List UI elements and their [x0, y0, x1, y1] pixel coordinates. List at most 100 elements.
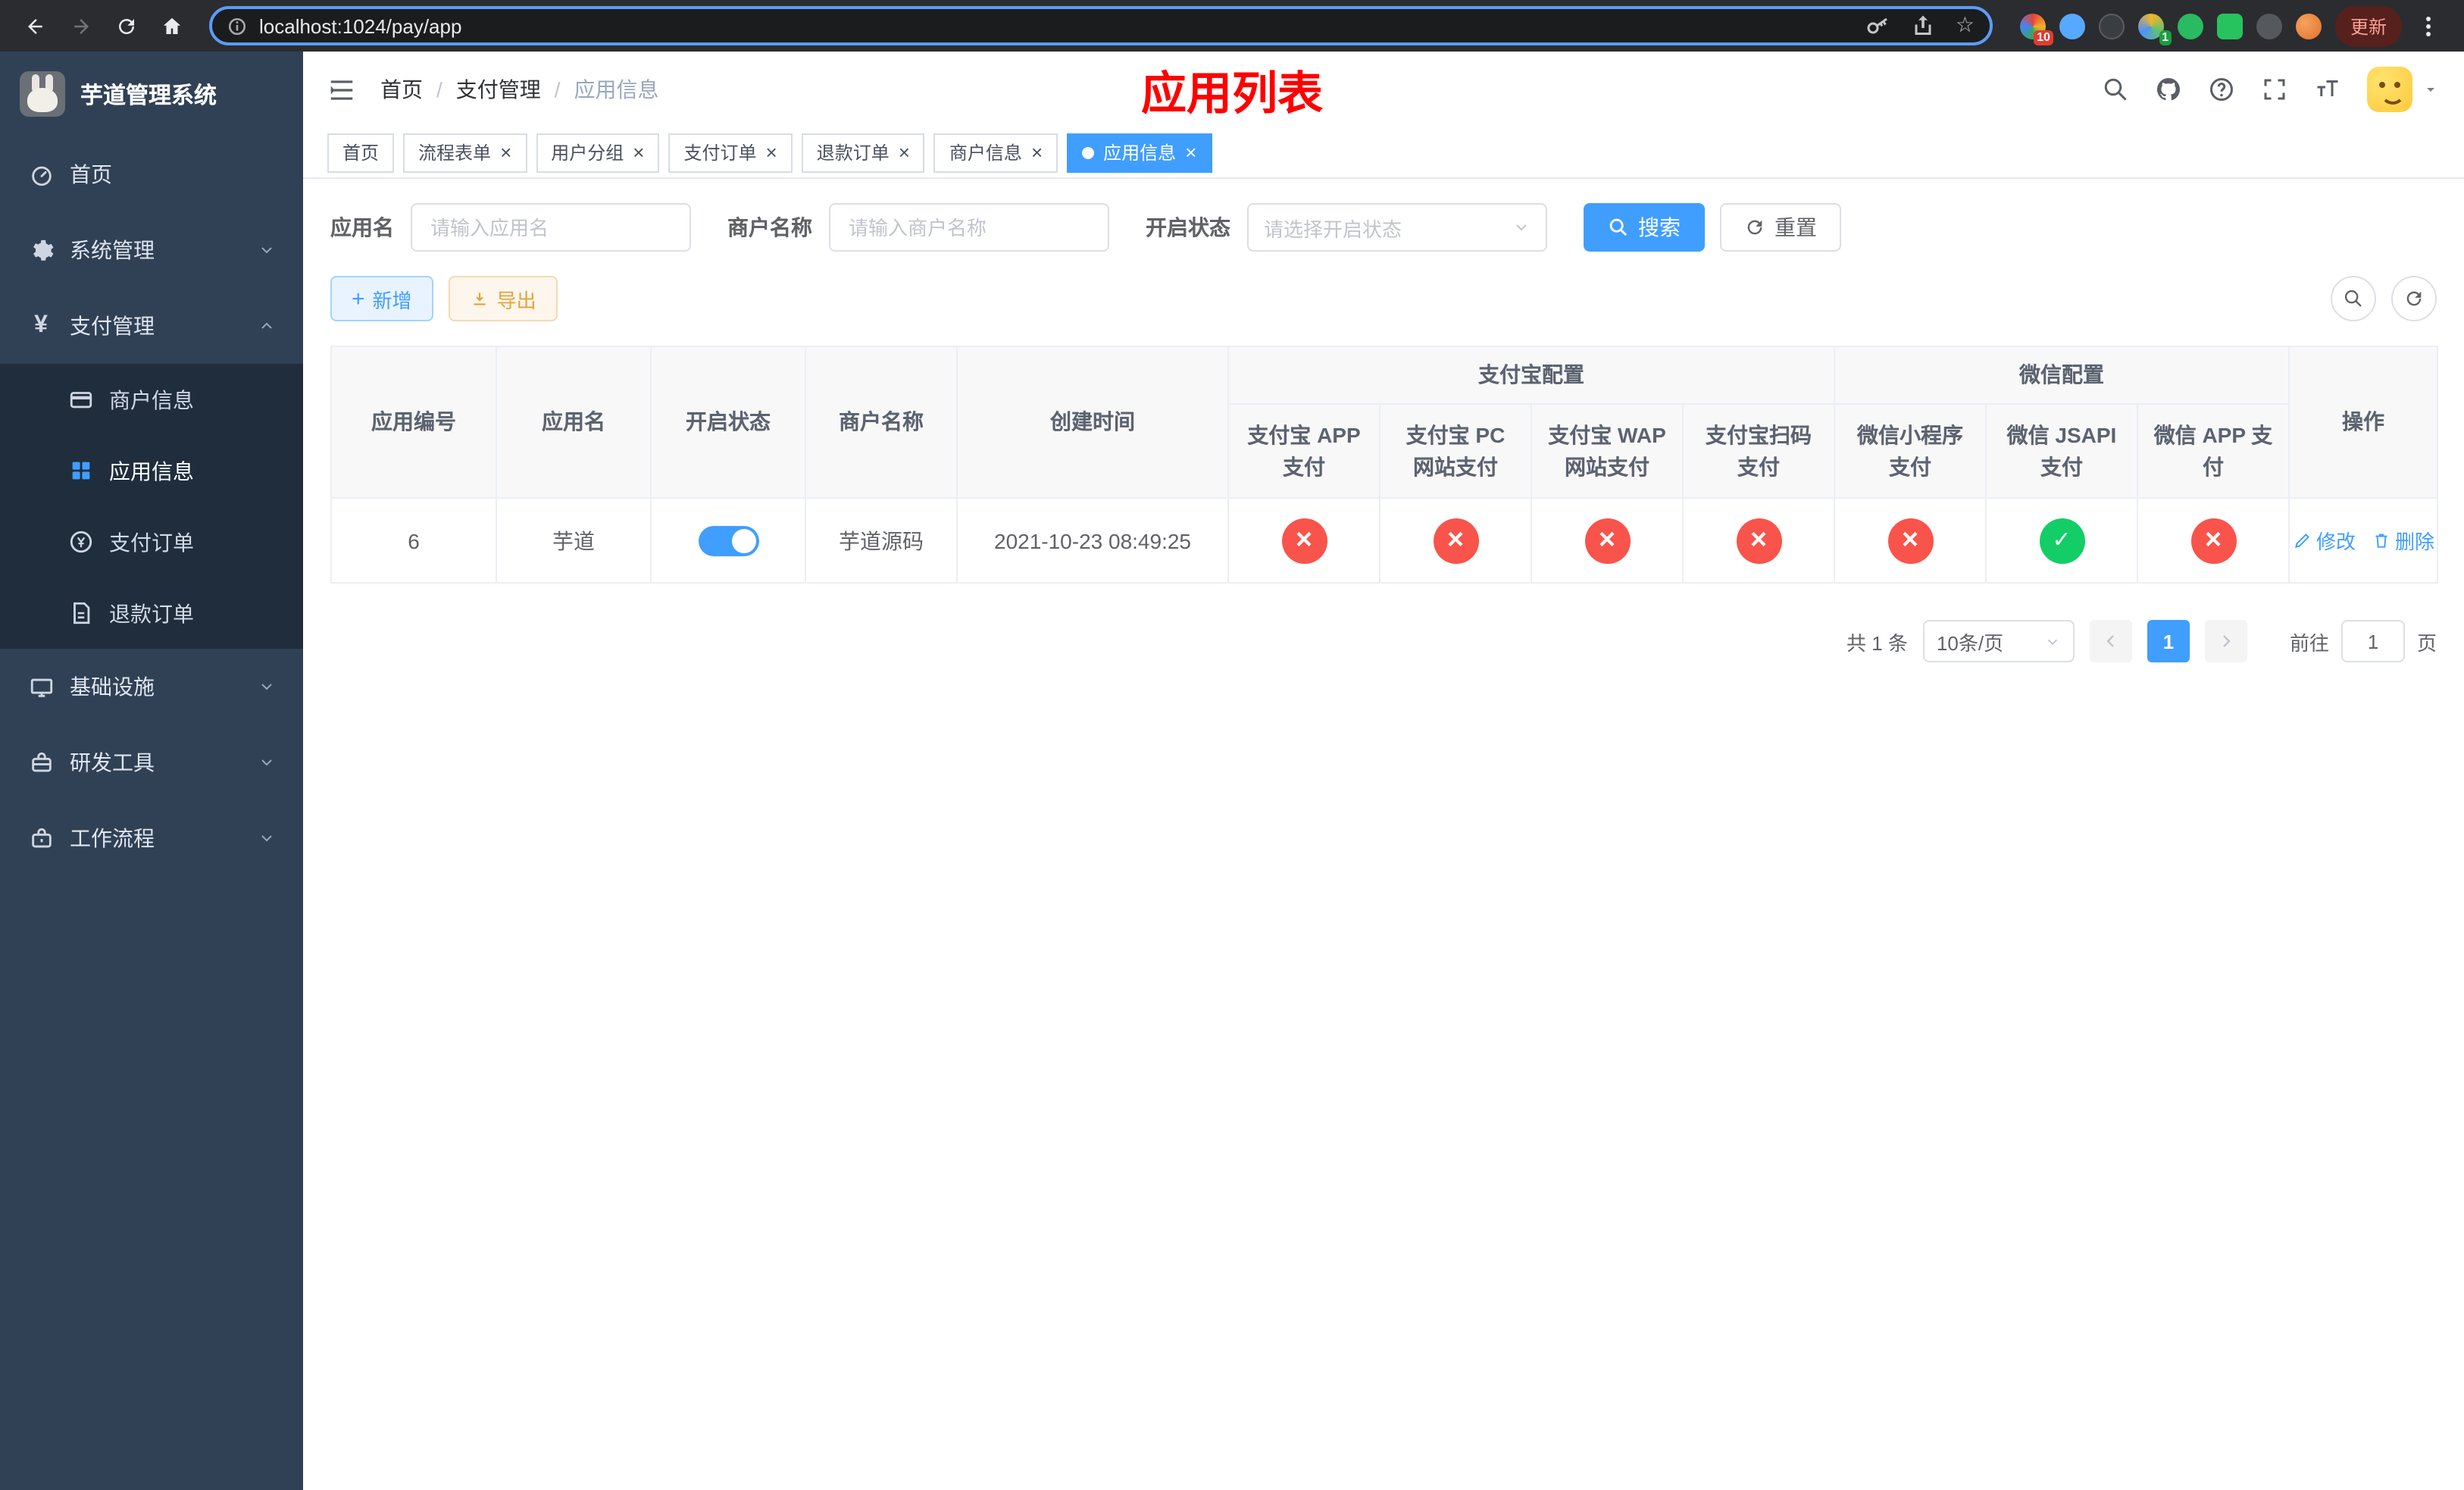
col-create-time: 创建时间	[956, 346, 1229, 499]
github-icon[interactable]	[2155, 76, 2182, 103]
help-icon[interactable]	[2208, 76, 2235, 103]
sidebar-item-label: 首页	[70, 162, 112, 186]
gear-icon	[27, 236, 55, 264]
sidebar-item-refund-order[interactable]: 退款订单	[0, 578, 303, 649]
search-button[interactable]: 搜索	[1584, 203, 1705, 252]
col-app-name: 应用名	[496, 346, 652, 499]
sidebar-item-merchant-info[interactable]: 商户信息	[0, 364, 303, 435]
delete-link[interactable]: 删除	[2371, 526, 2434, 555]
translate-extension-icon[interactable]: 1	[2137, 13, 2172, 45]
tab-pay-order[interactable]: 支付订单	[668, 133, 793, 172]
table-row: 6 芋道 芋道源码 2021-10-23 08:49:25 × × × × × …	[330, 497, 2439, 584]
address-bar[interactable]: localhost:1024/pay/app	[209, 6, 1993, 45]
chevron-down-icon	[2044, 633, 2061, 650]
sidebar-item-system[interactable]: 系统管理	[0, 212, 303, 288]
tab-app-info[interactable]: 应用信息	[1067, 133, 1212, 172]
goto-page-input[interactable]	[2340, 620, 2405, 662]
password-key-icon[interactable]	[1865, 12, 1892, 39]
briefcase-icon	[27, 825, 55, 852]
user-avatar[interactable]	[2367, 67, 2440, 112]
extensions-grid-icon[interactable]: 10	[2019, 13, 2053, 45]
chrome-update-button[interactable]: 更新	[2334, 5, 2402, 46]
top-header: 首页 / 支付管理 / 应用信息 应用列表	[303, 52, 2464, 127]
pin-extension-icon[interactable]	[2256, 13, 2282, 39]
close-icon[interactable]	[766, 142, 777, 162]
sidebar-item-pay-order[interactable]: 支付订单	[0, 506, 303, 578]
col-wechat-app: 微信 APP 支付	[2136, 403, 2290, 499]
site-info-icon[interactable]	[227, 16, 247, 36]
col-alipay-pc: 支付宝 PC 网站支付	[1379, 403, 1532, 499]
wechat-extension-icon[interactable]	[2177, 13, 2203, 39]
sidebar-collapse-icon[interactable]	[327, 75, 356, 104]
tab-user-group[interactable]: 用户分组	[536, 133, 660, 172]
app-logo: 芋道管理系统	[0, 52, 303, 136]
coin-icon	[67, 528, 94, 556]
sidebar-item-infra[interactable]: 基础设施	[0, 649, 303, 725]
avatar-extension-icon[interactable]	[2295, 13, 2322, 39]
add-button[interactable]: 新增	[330, 276, 433, 321]
browser-menu-icon[interactable]	[2416, 9, 2440, 42]
merchant-name-input[interactable]	[829, 203, 1109, 252]
page-number-1[interactable]: 1	[2147, 620, 2190, 662]
app-name-input[interactable]	[411, 203, 691, 252]
tab-merchant-info[interactable]: 商户信息	[933, 133, 1058, 172]
font-size-icon[interactable]	[2314, 76, 2341, 103]
col-operations: 操作	[2288, 346, 2439, 499]
sidebar-item-workflow[interactable]: 工作流程	[0, 800, 303, 876]
status-select[interactable]: 请选择开启状态	[1247, 203, 1547, 252]
close-icon[interactable]	[1185, 142, 1196, 162]
tab-refund-order[interactable]: 退款订单	[801, 133, 925, 172]
edit-link[interactable]: 修改	[2292, 526, 2356, 555]
sidebar: 芋道管理系统 首页 系统管理 支付管理	[0, 52, 303, 1490]
prev-page-button[interactable]	[2089, 620, 2132, 662]
cell-status	[650, 497, 806, 584]
bookmark-star-icon[interactable]	[1956, 12, 1975, 39]
plus-icon	[352, 287, 365, 310]
sidebar-item-app-info[interactable]: 应用信息	[0, 435, 303, 506]
group-alipay-config: 支付宝配置	[1227, 346, 1835, 405]
back-icon[interactable]	[15, 6, 55, 45]
enabled-toggle[interactable]	[698, 525, 758, 556]
search-form: 应用名 商户名称 开启状态 请选择开启状态	[330, 203, 2437, 252]
sidebar-item-home[interactable]: 首页	[0, 136, 303, 212]
next-page-button[interactable]	[2204, 620, 2247, 662]
sidebar-item-label: 退款订单	[109, 601, 194, 625]
fullscreen-icon[interactable]	[2261, 76, 2288, 103]
drop-extension-icon[interactable]	[2059, 13, 2085, 39]
breadcrumb-current: 应用信息	[574, 77, 659, 102]
col-wechat-jsapi: 微信 JSAPI 支付	[1985, 403, 2138, 499]
alipay-wap-status-icon	[1584, 518, 1630, 563]
chat-extension-icon[interactable]	[2216, 13, 2243, 39]
refresh-icon[interactable]	[106, 6, 145, 45]
dark-extension-icon[interactable]	[2098, 13, 2125, 39]
breadcrumb-home[interactable]: 首页	[380, 74, 423, 105]
sidebar-item-label: 系统管理	[70, 238, 155, 262]
tab-process-form[interactable]: 流程表单	[403, 133, 527, 172]
merchant-name-label: 商户名称	[727, 215, 812, 239]
forward-icon[interactable]	[61, 6, 100, 45]
url-text: localhost:1024/pay/app	[259, 14, 462, 37]
reset-button[interactable]: 重置	[1720, 203, 1841, 252]
breadcrumb-section[interactable]: 支付管理	[456, 74, 541, 105]
search-icon[interactable]	[2102, 76, 2129, 103]
home-icon[interactable]	[152, 6, 191, 45]
close-icon[interactable]	[899, 142, 910, 162]
share-icon[interactable]	[1910, 12, 1937, 39]
tab-home[interactable]: 首页	[327, 133, 395, 172]
toggle-search-button[interactable]	[2331, 276, 2376, 321]
page-size-select[interactable]: 10条/页	[1922, 620, 2075, 662]
sidebar-item-dev-tools[interactable]: 研发工具	[0, 725, 303, 800]
sidebar-item-payment[interactable]: 支付管理	[0, 288, 303, 364]
app-shell: 芋道管理系统 首页 系统管理 支付管理	[0, 52, 2464, 1490]
export-button[interactable]: 导出	[448, 276, 558, 321]
chevron-up-icon	[258, 317, 276, 335]
sidebar-item-label: 工作流程	[70, 826, 155, 850]
close-icon[interactable]	[1031, 142, 1043, 162]
close-icon[interactable]	[500, 142, 511, 162]
cell-app-id: 6	[330, 497, 497, 584]
app-table: 应用编号 应用名 开启状态 商户名称 创建时间 支付宝配置 微信配置 操作 支付…	[330, 346, 2439, 584]
refresh-table-button[interactable]	[2391, 276, 2437, 321]
close-icon[interactable]	[633, 142, 644, 162]
col-merchant: 商户名称	[805, 346, 958, 499]
extension-badge: 1	[2159, 30, 2172, 45]
